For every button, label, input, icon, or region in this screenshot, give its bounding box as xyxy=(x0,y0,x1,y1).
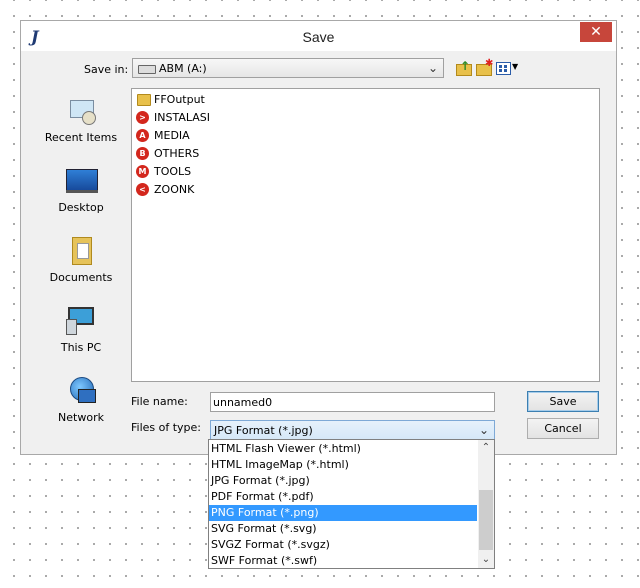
save-in-label: Save in: xyxy=(84,63,129,76)
recent-items-icon xyxy=(66,97,96,125)
file-name: ZOONK xyxy=(154,183,195,196)
red-circle-icon: A xyxy=(136,129,149,142)
file-name-input[interactable]: unnamed0 xyxy=(210,392,495,412)
dropdown-scrollbar[interactable]: ⌃ ⌄ xyxy=(478,440,494,568)
this-pc-icon xyxy=(66,307,96,335)
dropdown-option[interactable]: SWF Format (*.swf) xyxy=(209,553,477,569)
red-circle-icon: > xyxy=(136,111,149,124)
file-name: MEDIA xyxy=(154,129,190,142)
cancel-button[interactable]: Cancel xyxy=(527,418,599,439)
list-item[interactable]: > INSTALASI xyxy=(136,109,336,127)
file-name: FFOutput xyxy=(154,93,205,106)
dropdown-option[interactable]: SVG Format (*.svg) xyxy=(209,521,477,537)
file-type-combo[interactable]: JPG Format (*.jpg) ⌄ xyxy=(210,420,495,440)
file-type-dropdown-list[interactable]: HTML Flash Viewer (*.html) HTML ImageMap… xyxy=(208,439,495,569)
place-label: Desktop xyxy=(58,201,104,214)
scroll-up-icon[interactable]: ⌃ xyxy=(478,440,494,456)
place-network[interactable]: Network xyxy=(38,369,124,429)
file-list[interactable]: FFOutput > INSTALASI A MEDIA B OTHERS M … xyxy=(131,88,600,382)
desktop-icon xyxy=(66,167,98,195)
folder-icon xyxy=(137,94,151,106)
title-bar: J Save ✕ xyxy=(21,21,616,51)
scroll-thumb[interactable] xyxy=(479,490,493,550)
scroll-down-icon[interactable]: ⌄ xyxy=(478,552,494,568)
file-name: TOOLS xyxy=(154,165,192,178)
save-in-combo[interactable]: ABM (A:) ⌄ xyxy=(132,58,444,78)
list-item[interactable]: M TOOLS xyxy=(136,163,336,181)
documents-icon xyxy=(66,237,96,265)
place-label: Documents xyxy=(49,271,113,284)
red-circle-icon: < xyxy=(136,183,149,196)
place-label: Network xyxy=(58,411,104,424)
dialog-title: Save xyxy=(302,29,335,45)
dropdown-option[interactable]: SVGZ Format (*.svgz) xyxy=(209,537,477,553)
red-circle-icon: M xyxy=(136,165,149,178)
place-recent-items[interactable]: Recent Items xyxy=(38,89,124,149)
file-name: OTHERS xyxy=(154,147,200,160)
dropdown-option[interactable]: JPG Format (*.jpg) xyxy=(209,473,477,489)
red-circle-icon: B xyxy=(136,147,149,160)
file-type-value: JPG Format (*.jpg) xyxy=(214,424,313,437)
list-item[interactable]: B OTHERS xyxy=(136,145,336,163)
save-dialog: J Save ✕ Save in: ABM (A:) ⌄ ↑ ✱ ▼ Recen… xyxy=(20,20,617,455)
close-icon: ✕ xyxy=(590,24,602,40)
list-item[interactable]: < ZOONK xyxy=(136,181,336,199)
place-this-pc[interactable]: This PC xyxy=(38,299,124,359)
new-folder-icon[interactable]: ✱ xyxy=(476,58,493,76)
list-item[interactable]: A MEDIA xyxy=(136,127,336,145)
close-button[interactable]: ✕ xyxy=(580,22,612,42)
chevron-down-icon: ⌄ xyxy=(427,61,438,75)
places-bar: Recent Items Desktop Documents This PC N… xyxy=(38,89,124,441)
place-label: Recent Items xyxy=(44,131,118,144)
up-one-level-icon[interactable]: ↑ xyxy=(456,59,472,76)
dropdown-option-highlighted[interactable]: PNG Format (*.png) xyxy=(209,505,477,521)
dropdown-option[interactable]: HTML ImageMap (*.html) xyxy=(209,457,477,473)
dropdown-option[interactable]: PDF Format (*.pdf) xyxy=(209,489,477,505)
network-icon xyxy=(66,377,96,405)
file-type-label: Files of type: xyxy=(131,421,202,434)
file-name-label: File name: xyxy=(131,395,188,408)
drive-icon xyxy=(138,65,156,74)
list-item[interactable]: FFOutput xyxy=(136,91,336,109)
chevron-down-icon: ⌄ xyxy=(478,423,489,437)
dropdown-option[interactable]: HTML Flash Viewer (*.html) xyxy=(209,441,477,457)
save-button[interactable]: Save xyxy=(527,391,599,412)
save-in-value: ABM (A:) xyxy=(159,62,207,75)
place-label: This PC xyxy=(60,341,102,354)
place-documents[interactable]: Documents xyxy=(38,229,124,289)
file-name: INSTALASI xyxy=(154,111,210,124)
place-desktop[interactable]: Desktop xyxy=(38,159,124,219)
view-menu-icon[interactable]: ▼ xyxy=(496,61,520,75)
